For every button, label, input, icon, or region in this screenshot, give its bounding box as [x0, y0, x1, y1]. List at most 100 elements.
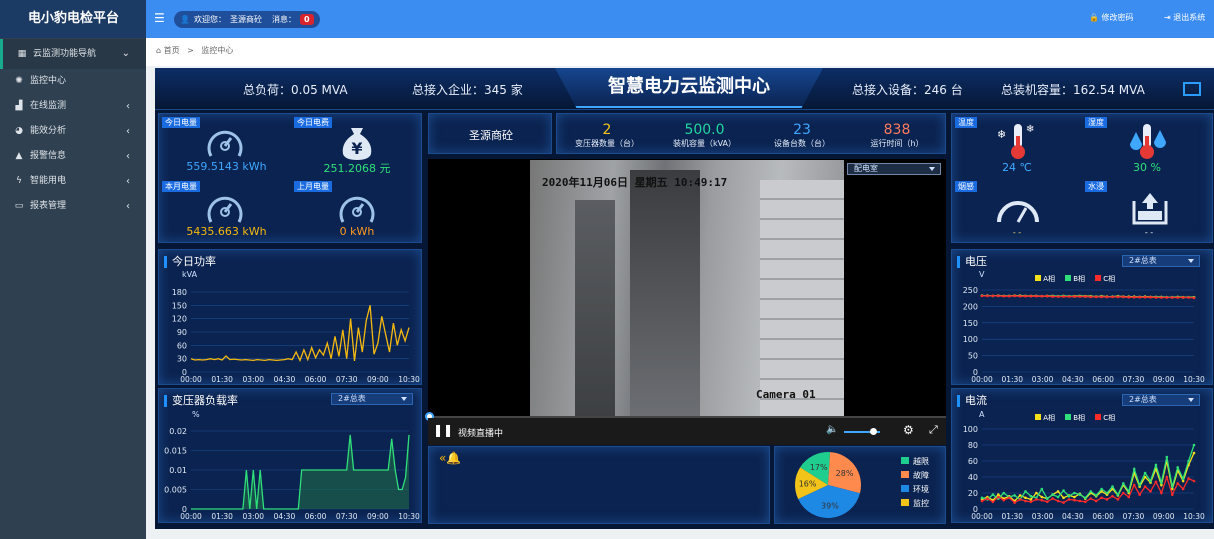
data-point: [1111, 485, 1114, 488]
data-point: [1149, 479, 1152, 483]
data-point: [1094, 295, 1098, 299]
x-tick-label: 07:30: [1123, 512, 1145, 521]
data-point: [1045, 294, 1049, 298]
voltage-chart-panel: 电压 V 2#总表 A相 B相 C相 0 50 100 150 200 250 00:00 0…: [951, 249, 1213, 385]
data-point: [1094, 499, 1098, 503]
video-player[interactable]: 2020年11月06日 星期五 10:49:17 Camera 01 配电室 ❚…: [425, 159, 946, 445]
data-point: [1176, 296, 1179, 299]
smoke-detector-icon: [997, 201, 1039, 223]
stat-value: 2: [602, 122, 612, 138]
volume-icon[interactable]: 🔈: [826, 424, 838, 435]
data-point: [1040, 294, 1044, 298]
data-point: [1056, 295, 1060, 298]
volume-handle[interactable]: [870, 428, 877, 435]
y-tick-label: 0.015: [164, 447, 187, 456]
dashboard-icon: ✺: [15, 76, 23, 86]
y-tick-label: 80: [968, 441, 978, 450]
power-chart: 030609012015018000:00 01:30 03:00 04:30 06:0…: [172, 288, 420, 384]
pie-slice-label: 39%: [821, 501, 839, 510]
water-leak-icon: [1132, 193, 1168, 225]
chart-area-icon: ▟: [15, 101, 23, 111]
pie-legend-label: 故障: [913, 470, 929, 480]
pie-legend-label: 监控: [913, 498, 929, 508]
data-point: [1062, 496, 1065, 500]
x-tick-label: 03:00: [1032, 512, 1054, 521]
y-tick-label: 20: [968, 489, 978, 498]
change-password-label: 修改密码: [1101, 13, 1134, 22]
data-point: [1154, 480, 1158, 484]
fullscreen-video-icon[interactable]: ⤢: [929, 423, 938, 437]
sidebar-item-5[interactable]: ϟ 智能用电 ‹: [0, 169, 146, 194]
data-point: [1083, 496, 1087, 500]
sidebar-item-2[interactable]: ▟ 在线监测 ‹: [0, 94, 146, 119]
sidebar: 电小豹电检平台 ▦ 云监测功能导航 ⌄ ✺ 监控中心 ▟ 在线监测 ‹ ◕ 能效分析 ‹ ▲ 报警信息 ‹…: [0, 0, 146, 539]
sidebar-item-1[interactable]: ✺ 监控中心: [0, 69, 146, 94]
settings-icon[interactable]: ⚙: [903, 423, 914, 437]
data-point: [1062, 501, 1065, 504]
dashboard-title: 智慧电力云监测中心: [555, 68, 823, 108]
stat-devices: 23 设备台数（台）: [757, 122, 847, 149]
data-point: [1192, 451, 1196, 455]
sidebar-item-6[interactable]: ▭ 报表管理 ‹: [0, 194, 146, 219]
sidebar-item-label: 报警信息: [30, 151, 67, 161]
gauge-icon: [339, 196, 375, 223]
humidity-tag: 湿度: [1085, 117, 1107, 128]
sidebar-item-4[interactable]: ▲ 报警信息 ‹: [0, 144, 146, 169]
last-month-energy-tag: 上月电量: [294, 181, 332, 192]
fullscreen-icon[interactable]: [1183, 82, 1201, 96]
y-tick-label: 60: [968, 457, 978, 466]
change-password-link[interactable]: 🔒 修改密码: [1089, 12, 1134, 23]
water-tag: 水浸: [1085, 181, 1107, 192]
x-tick-label: 07:30: [1123, 375, 1145, 384]
data-point: [1024, 490, 1027, 493]
message-badge[interactable]: 0: [299, 14, 314, 25]
breadcrumb: ⌂ 首页 > 监控中心: [146, 38, 1214, 66]
stat-runtime: 838 运行时间（h）: [852, 122, 942, 149]
data-point: [1116, 498, 1120, 501]
room-select[interactable]: 配电室: [847, 163, 941, 175]
menu-toggle-icon[interactable]: ☰: [154, 11, 165, 25]
x-tick-label: 04:30: [1062, 512, 1084, 521]
total-devices: 总接入设备：246 台: [852, 83, 963, 97]
y-tick-label: 90: [177, 328, 187, 337]
data-point: [1062, 295, 1065, 298]
pause-icon[interactable]: ❚❚: [433, 423, 453, 437]
data-point: [1007, 294, 1011, 298]
y-tick-label: 180: [172, 288, 187, 297]
data-point: [1018, 294, 1022, 298]
data-point: [1024, 496, 1027, 500]
data-point: [1051, 497, 1054, 500]
breadcrumb-current: 监控中心: [201, 46, 234, 55]
data-point: [1024, 294, 1027, 298]
breadcrumb-home[interactable]: 首页: [164, 46, 180, 55]
sidebar-item-label: 在线监测: [30, 101, 67, 111]
data-point: [1154, 463, 1158, 467]
data-point: [1024, 499, 1027, 503]
data-point: [1067, 295, 1071, 298]
data-point: [1143, 485, 1147, 488]
user-name[interactable]: 圣源商砼: [230, 11, 262, 28]
data-point: [1111, 494, 1114, 498]
sidebar-item-3[interactable]: ◕ 能效分析 ‹: [0, 119, 146, 144]
x-tick-label: 00:00: [971, 375, 993, 384]
svg-text:¥: ¥: [351, 139, 362, 158]
data-point: [1002, 491, 1006, 495]
data-point: [1089, 295, 1093, 299]
welcome-pill: 👤 欢迎您： 圣源商砼 消息： 0: [174, 11, 320, 28]
data-point: [1100, 496, 1103, 500]
data-point: [1029, 498, 1033, 501]
load-chart: 00.0050.010.0150.0200:00 01:30 03:00 04:30 0…: [164, 427, 420, 521]
y-tick-label: 40: [968, 473, 978, 482]
data-point: [1116, 295, 1120, 299]
sidebar-item-0[interactable]: ▦ 云监测功能导航 ⌄: [0, 39, 146, 69]
x-tick-label: 04:30: [1062, 375, 1084, 384]
data-point: [1181, 487, 1185, 491]
data-point: [1160, 481, 1163, 484]
camera-feed: 2020年11月06日 星期五 10:49:17 Camera 01: [530, 160, 844, 416]
smoke-tag: 烟感: [955, 181, 977, 192]
pie-legend-swatch: [901, 499, 909, 506]
x-tick-label: 07:30: [336, 375, 358, 384]
data-point: [1013, 501, 1016, 504]
logout-link[interactable]: ⇥ 退出系统: [1164, 12, 1205, 23]
data-point: [1127, 490, 1131, 493]
